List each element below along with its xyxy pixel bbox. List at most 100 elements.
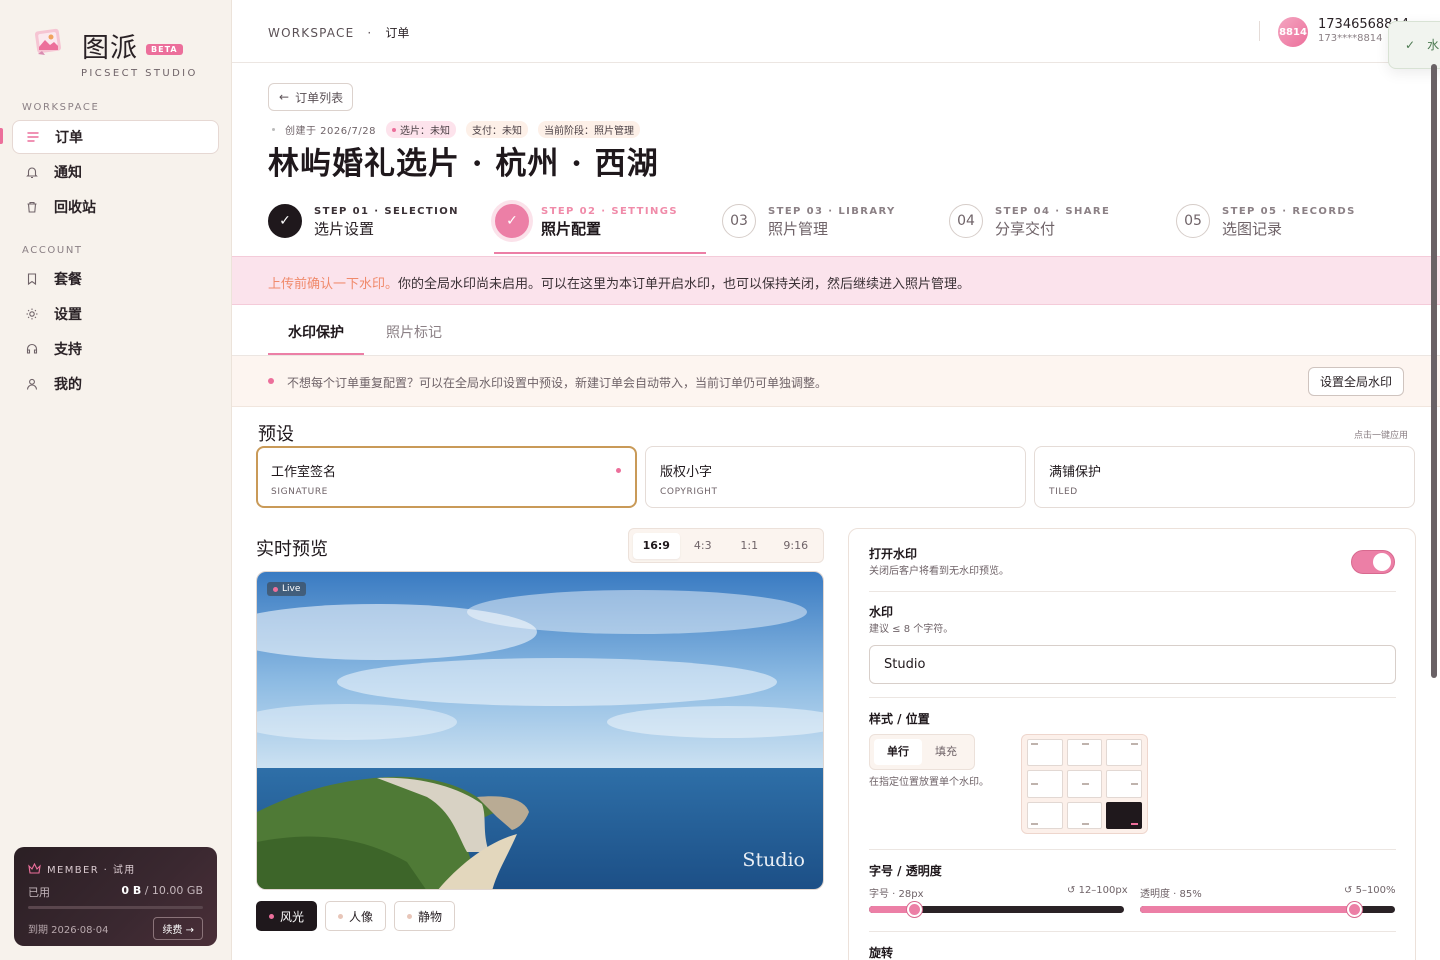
- step-2[interactable]: ✓ STEP 02 · SETTINGS 照片配置: [495, 204, 678, 256]
- step-label: 照片管理: [768, 220, 829, 238]
- toggle-knob: [1373, 553, 1391, 571]
- preset-code: TILED: [1049, 487, 1078, 497]
- sidebar-item-support[interactable]: 支持: [12, 332, 219, 366]
- sidebar-item-label: 我的: [54, 377, 82, 393]
- tab-watermark[interactable]: 水印保护: [288, 322, 344, 342]
- divider: [1259, 21, 1260, 41]
- style-fill[interactable]: 填充: [922, 739, 970, 765]
- step-1[interactable]: ✓ STEP 01 · SELECTION 选片设置: [268, 204, 459, 256]
- expire-date: 到期 2026·08·04: [28, 925, 109, 936]
- toast-text: 水: [1427, 38, 1440, 52]
- created-date: 创建于 2026/7/28: [285, 126, 376, 137]
- page-title: 林屿婚礼选片 · 杭州 · 西湖: [268, 146, 659, 182]
- font-size-slider[interactable]: [869, 902, 1124, 917]
- step-label: 选片设置: [314, 220, 375, 238]
- storage-bar: [28, 906, 203, 909]
- preset-tiled[interactable]: 满铺保护 TILED: [1034, 446, 1415, 508]
- step-5[interactable]: 05 STEP 05 · RECORDS 选图记录: [1176, 204, 1356, 256]
- watermark-text-hint: 建议 ≤ 8 个字符。: [869, 624, 954, 635]
- style-single[interactable]: 单行: [874, 739, 922, 765]
- crown-icon: [28, 863, 41, 874]
- sidebar-item-orders[interactable]: 订单: [12, 120, 219, 154]
- logo-icon: [34, 28, 62, 55]
- style-position-title: 样式 / 位置: [869, 712, 930, 726]
- toast[interactable]: ✓ 水: [1388, 21, 1440, 69]
- sidebar-item-label: 回收站: [54, 200, 96, 216]
- slider-thumb[interactable]: [1347, 902, 1362, 917]
- sidebar-item-profile[interactable]: 我的: [12, 367, 219, 401]
- preset-name: 满铺保护: [1049, 465, 1102, 480]
- scene-still-life[interactable]: 静物: [394, 901, 456, 931]
- presets-hint: 点击一键应用: [1354, 431, 1409, 441]
- ratio-4-3[interactable]: 4:3: [680, 533, 727, 559]
- aspect-ratio-switch: 16:9 4:3 1:1 9:16: [628, 528, 824, 563]
- scrollbar[interactable]: [1431, 64, 1437, 678]
- watermark-text-input[interactable]: Studio: [869, 645, 1396, 684]
- avatar[interactable]: 8814: [1278, 17, 1308, 47]
- opacity-label: 透明度 · 85%: [1140, 889, 1202, 900]
- step-4[interactable]: 04 STEP 04 · SHARE 分享交付: [949, 204, 1110, 256]
- sidebar-item-plans[interactable]: 套餐: [12, 262, 219, 296]
- position-bottom-right[interactable]: [1106, 801, 1142, 829]
- slider-thumb[interactable]: [907, 902, 922, 917]
- opacity-slider[interactable]: [1140, 902, 1395, 917]
- sidebar-item-label: 通知: [54, 165, 82, 181]
- ratio-9-16[interactable]: 9:16: [773, 533, 820, 559]
- watermark-toggle[interactable]: [1351, 550, 1395, 574]
- scene-portrait[interactable]: 人像: [325, 901, 387, 931]
- position-bottom-center[interactable]: [1066, 801, 1103, 829]
- sidebar: 图派 BETA PICSECT STUDIO WORKSPACE 订单 通知 回…: [0, 0, 232, 960]
- position-top-right[interactable]: [1106, 739, 1142, 767]
- position-top-left[interactable]: [1027, 739, 1063, 767]
- landscape-photo: [257, 572, 823, 889]
- scene-landscape[interactable]: 风光: [256, 901, 318, 931]
- renew-button[interactable]: 续费 →: [153, 917, 203, 940]
- ratio-1-1[interactable]: 1:1: [726, 533, 773, 559]
- payment-status-badge: 支付：未知: [465, 121, 528, 138]
- user-icon: [24, 376, 40, 392]
- step-number: 05: [1176, 204, 1210, 238]
- banner-highlight: 上传前确认一下水印。: [268, 277, 399, 292]
- reset-icon: ↺: [1067, 885, 1076, 896]
- preset-signature[interactable]: 工作室签名 SIGNATURE: [256, 446, 637, 508]
- position-center[interactable]: [1066, 770, 1103, 798]
- step-label: 分享交付: [995, 220, 1056, 238]
- user-phone: 173****8814: [1318, 33, 1383, 44]
- global-watermark-button[interactable]: 设置全局水印: [1308, 367, 1404, 396]
- breadcrumb: WORKSPACE · 订单: [268, 24, 409, 41]
- position-top-center[interactable]: [1066, 739, 1103, 767]
- sidebar-item-trash[interactable]: 回收站: [12, 190, 219, 224]
- back-label: 订单列表: [295, 90, 344, 105]
- watermark-settings-panel: 打开水印 关闭后客户将看到无水印预览。 水印 建议 ≤ 8 个字符。 Studi…: [848, 528, 1416, 960]
- brand[interactable]: 图派 BETA PICSECT STUDIO: [26, 24, 216, 84]
- step-active-underline: [494, 252, 706, 254]
- check-icon: ✓: [1405, 38, 1416, 52]
- slider-fill: [1140, 906, 1355, 913]
- member-title: MEMBER · 试用: [47, 865, 136, 876]
- preset-copyright[interactable]: 版权小字 COPYRIGHT: [645, 446, 1026, 508]
- breadcrumb-sep: ·: [367, 26, 373, 40]
- arrow-left-icon: ←: [279, 90, 290, 104]
- sidebar-item-label: 支持: [54, 342, 82, 358]
- step-code: STEP 05 · RECORDS: [1222, 206, 1356, 217]
- sidebar-item-notifications[interactable]: 通知: [12, 155, 219, 189]
- back-to-orders-button[interactable]: ← 订单列表: [268, 83, 353, 111]
- position-middle-right[interactable]: [1106, 770, 1142, 798]
- sidebar-item-settings[interactable]: 设置: [12, 297, 219, 331]
- rotation-title: 旋转: [869, 946, 894, 960]
- tab-photo-marks[interactable]: 照片标记: [386, 322, 442, 342]
- position-middle-left[interactable]: [1027, 770, 1063, 798]
- nav-section-workspace: WORKSPACE: [22, 102, 100, 113]
- ratio-16-9[interactable]: 16:9: [633, 532, 680, 559]
- position-bottom-left[interactable]: [1027, 801, 1063, 829]
- step-done-icon: ✓: [268, 204, 302, 238]
- style-description: 在指定位置放置单个水印。: [869, 777, 989, 788]
- step-3[interactable]: 03 STEP 03 · LIBRARY 照片管理: [722, 204, 896, 256]
- preset-code: COPYRIGHT: [660, 487, 718, 497]
- beta-badge: BETA: [146, 44, 183, 55]
- breadcrumb-root[interactable]: WORKSPACE: [268, 26, 354, 40]
- tip-text: 不想每个订单重复配置？可以在全局水印设置中预设，新建订单会自动带入，当前订单仍可…: [287, 376, 828, 390]
- preset-code: SIGNATURE: [271, 487, 328, 497]
- meta-dot: [272, 128, 275, 131]
- divider: [869, 591, 1396, 592]
